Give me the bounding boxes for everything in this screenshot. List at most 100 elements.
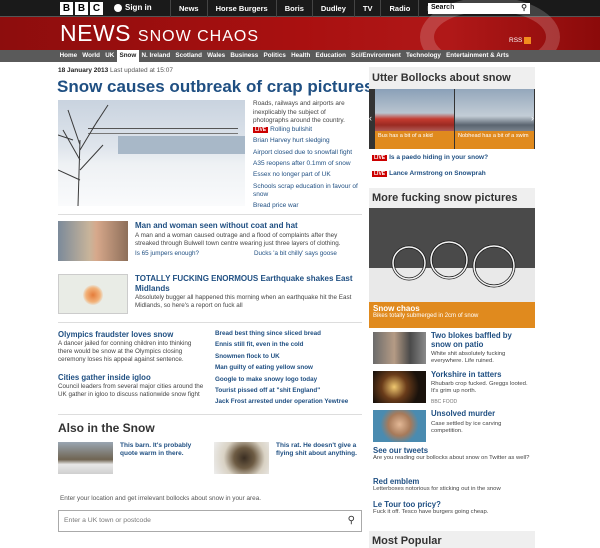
le-tour-text: Fuck it off. Tesco have burgers going ch…: [373, 509, 489, 515]
snow-bikes-image[interactable]: [369, 208, 535, 304]
secnav-entertainment[interactable]: Entertainment & Arts: [444, 50, 512, 62]
item-headline[interactable]: Yorkshire in tatters: [431, 370, 531, 380]
snow-chaos-headline: Snow chaos: [373, 304, 420, 313]
secnav-education[interactable]: Education: [313, 50, 349, 62]
link-essex[interactable]: Essex no longer part of UK: [253, 171, 363, 179]
secnav-sci-environment[interactable]: Sci/Environment: [349, 50, 404, 62]
tweets-headline[interactable]: See our tweets: [373, 446, 533, 455]
section-nav: Home World UK Snow N. Ireland Scotland W…: [0, 50, 600, 62]
secnav-snow[interactable]: Snow: [116, 50, 139, 62]
page-title[interactable]: NEWS SNOW CHAOS: [60, 20, 259, 47]
rat-thumbnail[interactable]: [214, 442, 269, 474]
secnav-n-ireland[interactable]: N. Ireland: [139, 50, 173, 62]
paedo-link[interactable]: LIVE Is a paedo hiding in your snow?: [372, 154, 488, 161]
rss-icon: [524, 37, 532, 44]
story-thumbnail[interactable]: [58, 221, 128, 261]
secnav-health[interactable]: Health: [289, 50, 313, 62]
map-thumbnail[interactable]: [58, 274, 128, 314]
secnav-scotland[interactable]: Scotland: [173, 50, 205, 62]
news-title: NEWS: [60, 20, 131, 46]
tweets-text: Are you reading our bollocks about snow …: [373, 455, 530, 461]
blokes-thumbnail[interactable]: [373, 332, 426, 364]
bbc-logo[interactable]: B B C: [60, 2, 103, 15]
mid-link-yellow-snow[interactable]: Man guilty of eating yellow snow: [215, 364, 363, 371]
secnav-wales[interactable]: Wales: [205, 50, 228, 62]
top-nav-dudley[interactable]: Dudley: [311, 0, 354, 17]
story-headline[interactable]: TOTALLY FUCKING ENORMOUS Earthquake shak…: [135, 274, 360, 293]
item-text: Rhubarb crop fucked. Greggs looted. It's…: [431, 381, 528, 395]
snow-chaos-caption[interactable]: Snow chaos Bikes totally submerged in 2c…: [369, 302, 535, 328]
link-brian-harvey[interactable]: Brian Harvey hurt sledging: [253, 137, 363, 145]
date: 18 January 2013: [58, 67, 109, 74]
middle-column: Bread best thing since sliced bread Enni…: [215, 330, 363, 410]
secnav-world[interactable]: World: [80, 50, 103, 62]
secnav-home[interactable]: Home: [57, 50, 80, 62]
story-earthquake: TOTALLY FUCKING ENORMOUS Earthquake shak…: [58, 274, 362, 316]
left-column: Olympics fraudster loves snow A dancer j…: [58, 330, 206, 407]
also-rat: This rat. He doesn't give a flying shit …: [214, 442, 364, 474]
link-a35[interactable]: A35 reopens after 0.1mm of snow: [253, 160, 363, 168]
olympics-headline[interactable]: Olympics fraudster loves snow: [58, 330, 206, 339]
murder-thumbnail[interactable]: [373, 410, 426, 442]
link-rolling[interactable]: LIVE Rolling bullshit: [253, 126, 363, 134]
top-nav-news[interactable]: News: [170, 0, 207, 17]
link-schools[interactable]: Schools scrap education in favour of sno…: [253, 183, 363, 199]
barn-headline[interactable]: This barn. It's probably quote warm in t…: [120, 442, 206, 459]
top-nav-boris[interactable]: Boris: [275, 0, 312, 17]
item-yorkshire: Yorkshire in tatters Rhubarb crop fucked…: [373, 370, 533, 405]
location-search-input[interactable]: Enter a UK town or postcode ⚲: [58, 510, 362, 532]
carousel-item-swim[interactable]: Nobhead has a bit of a swim: [455, 89, 534, 149]
mid-link-google[interactable]: Google to make snowy logo today: [215, 376, 363, 383]
story-headline[interactable]: Man and woman seen without coat and hat: [135, 221, 298, 230]
top-nav-tv[interactable]: TV: [353, 0, 381, 17]
rat-headline[interactable]: This rat. He doesn't give a flying shit …: [276, 442, 362, 459]
carousel-prev-icon[interactable]: ‹: [369, 113, 372, 123]
secnav-business[interactable]: Business: [228, 50, 261, 62]
igloo-headline[interactable]: Cities gather inside igloo: [58, 373, 206, 382]
search-icon[interactable]: ⚲: [348, 515, 355, 526]
location-prompt: Enter your location and get irrelevant b…: [60, 495, 262, 502]
mid-link-snowmen[interactable]: Snowmen flock to UK: [215, 353, 363, 360]
mid-link-tourist[interactable]: Tourist pissed off at "shit England": [215, 387, 363, 394]
divider: [58, 322, 362, 323]
divider: [58, 414, 362, 415]
user-icon: [114, 3, 122, 12]
red-emblem-block: Red emblem Letterboxes notorious for sti…: [373, 477, 533, 493]
barn-thumbnail[interactable]: [58, 442, 113, 474]
item-headline[interactable]: Unsolved murder: [431, 409, 531, 419]
sign-in-link[interactable]: Sign in: [114, 3, 152, 12]
secnav-politics[interactable]: Politics: [261, 50, 289, 62]
mid-link-jack-frost[interactable]: Jack Frost arrested under operation Yewt…: [215, 398, 363, 405]
le-tour-headline[interactable]: Le Tour too pricy?: [373, 500, 533, 509]
story-link-jumpers[interactable]: Is 65 jumpers enough?: [135, 250, 199, 257]
also-in-snow-heading: Also in the Snow: [58, 421, 155, 435]
story-coat-hat: Man and woman seen without coat and hat …: [58, 221, 362, 263]
carousel-title: Utter Bollocks about snow: [372, 72, 511, 84]
top-nav-horse-burgers[interactable]: Horse Burgers: [206, 0, 276, 17]
lance-link[interactable]: LIVE Lance Armstrong on Snowprah: [372, 170, 486, 177]
tweets-block: See our tweets Are you reading our bollo…: [373, 446, 533, 462]
carousel-item-bus[interactable]: Bus has a bit of a skid: [375, 89, 454, 149]
mid-link-ennis[interactable]: Ennis still fit, even in the cold: [215, 341, 363, 348]
carousel-next-icon[interactable]: ›: [531, 113, 534, 123]
rss-label: RSS: [509, 37, 523, 44]
main-headline[interactable]: Snow causes outbreak of crap pictures: [57, 77, 373, 97]
secnav-technology[interactable]: Technology: [403, 50, 443, 62]
red-emblem-headline[interactable]: Red emblem: [373, 477, 533, 486]
mid-link-bread[interactable]: Bread best thing since sliced bread: [215, 330, 363, 337]
link-bread-price[interactable]: Bread price war: [253, 202, 363, 210]
main-story-image[interactable]: [58, 100, 245, 206]
main-summary: Roads, railways and airports are inexpli…: [253, 100, 345, 125]
yorkshire-thumbnail[interactable]: [373, 371, 426, 403]
bikes-shape: [369, 240, 535, 304]
item-unsolved-murder: Unsolved murder Case settled by ice carv…: [373, 409, 533, 442]
item-headline[interactable]: Two blokes baffled by snow on patio: [431, 331, 531, 350]
top-nav-radio[interactable]: Radio: [380, 0, 418, 17]
link-airport[interactable]: Airport closed due to snowfall fight: [253, 149, 363, 157]
olympics-text: A dancer jailed for conning children int…: [58, 340, 192, 364]
story-link-ducks[interactable]: Ducks 'a bit chilly' says goose: [254, 250, 337, 257]
red-emblem-text: Letterboxes notorious for sticking out i…: [373, 486, 501, 492]
logo-letter: C: [90, 2, 103, 15]
secnav-uk[interactable]: UK: [103, 50, 117, 62]
rss-link[interactable]: RSS: [509, 37, 532, 44]
